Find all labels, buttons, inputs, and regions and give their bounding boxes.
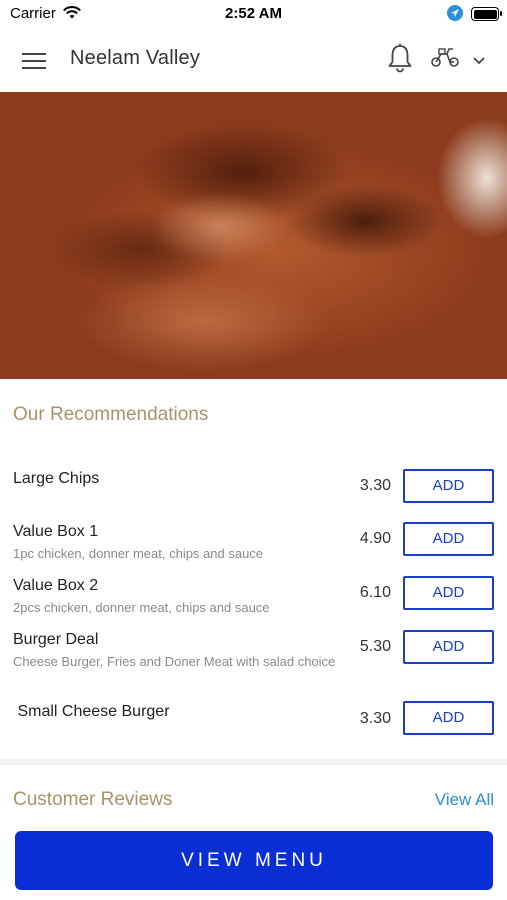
view-menu-button[interactable]: VIEW MENU <box>15 831 493 890</box>
item-description: Cheese Burger, Fries and Doner Meat with… <box>13 654 336 669</box>
add-button[interactable]: ADD <box>403 469 494 503</box>
recommendations-title: Our Recommendations <box>13 404 209 425</box>
reviews-title: Customer Reviews <box>13 789 173 810</box>
item-name: Value Box 2 <box>13 577 99 594</box>
hero-food-image <box>0 92 507 379</box>
item-name: Large Chips <box>13 470 100 487</box>
restaurant-title: Neelam Valley <box>70 47 201 69</box>
status-bar: Carrier 2:52 AM <box>0 0 507 28</box>
item-name: Burger Deal <box>13 631 99 648</box>
add-button[interactable]: ADD <box>403 576 494 610</box>
item-name: Value Box 1 <box>13 523 99 540</box>
item-name: Small Cheese Burger <box>13 703 170 720</box>
hamburger-menu-icon[interactable] <box>22 48 48 72</box>
app-header: Neelam Valley <box>0 28 507 92</box>
add-button[interactable]: ADD <box>403 630 494 664</box>
scooter-icon[interactable] <box>430 46 460 73</box>
item-description: 1pc chicken, donner meat, chips and sauc… <box>13 546 264 561</box>
battery-icon <box>471 7 502 21</box>
section-divider <box>0 759 507 765</box>
status-time: 2:52 AM <box>225 5 282 22</box>
view-all-link[interactable]: View All <box>435 790 494 810</box>
item-price: 5.30 <box>359 638 391 655</box>
location-arrow-icon <box>447 5 463 25</box>
item-description: 2pcs chicken, donner meat, chips and sau… <box>13 600 270 615</box>
item-price: 4.90 <box>359 530 391 547</box>
add-button[interactable]: ADD <box>403 701 494 735</box>
item-price: 3.30 <box>359 710 391 727</box>
item-price: 6.10 <box>359 584 391 601</box>
bell-icon[interactable] <box>386 43 414 78</box>
chevron-down-icon[interactable] <box>472 53 486 71</box>
item-price: 3.30 <box>359 477 391 494</box>
add-button[interactable]: ADD <box>403 522 494 556</box>
